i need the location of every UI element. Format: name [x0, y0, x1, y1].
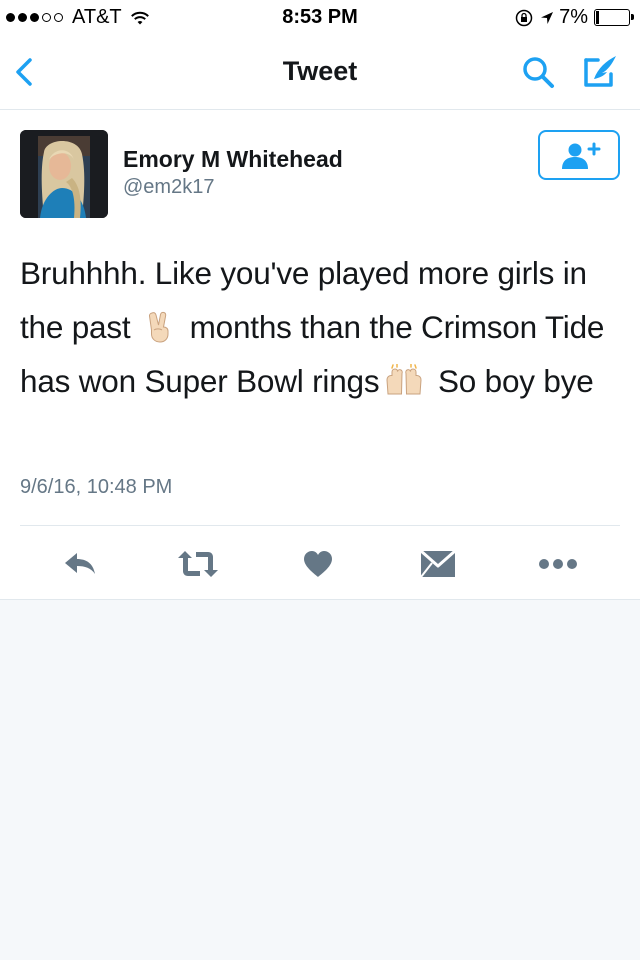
raised-hands-emoji — [386, 364, 422, 395]
nav-bar: Tweet — [0, 36, 640, 110]
direct-message-icon — [420, 550, 456, 578]
empty-background-area — [0, 600, 640, 960]
author-handle[interactable]: @em2k17 — [123, 176, 214, 199]
search-icon — [523, 57, 554, 88]
tweet-timestamp[interactable]: 9/6/16, 10:48 PM — [20, 476, 172, 499]
tweet-card: Emory M Whitehead @em2k17 Bruhhhh. Like … — [0, 110, 640, 600]
battery-icon — [594, 9, 634, 26]
author-name[interactable]: Emory M Whitehead — [123, 146, 343, 173]
compose-button[interactable] — [580, 52, 620, 92]
more-button[interactable] — [536, 546, 580, 582]
compose-icon — [584, 56, 616, 87]
retweet-button[interactable] — [176, 546, 220, 582]
direct-message-button[interactable] — [416, 546, 460, 582]
more-icon — [539, 559, 577, 569]
rotation-lock-icon — [515, 9, 533, 26]
follow-button[interactable] — [538, 130, 620, 180]
tweet-text-part-3: So boy bye — [437, 363, 594, 399]
tweet-action-bar — [0, 540, 640, 590]
reply-button[interactable] — [58, 546, 102, 582]
like-button[interactable] — [296, 546, 340, 582]
battery-percent: 7% — [559, 6, 588, 28]
victory-hand-emoji — [149, 311, 169, 343]
like-icon — [304, 551, 332, 577]
add-user-icon — [562, 142, 601, 169]
status-bar: AT&T 8:53 PM 7% — [0, 0, 640, 36]
status-right: 7% — [515, 6, 634, 29]
retweet-icon — [178, 551, 218, 577]
reply-icon — [65, 553, 95, 574]
profile-photo — [20, 130, 108, 218]
divider — [20, 525, 620, 526]
location-arrow-icon — [541, 11, 554, 24]
search-button[interactable] — [520, 54, 556, 90]
tweet-text: Bruhhhh. Like you've played more girls i… — [20, 246, 620, 408]
avatar[interactable] — [20, 130, 108, 218]
tweet-detail-screen: AT&T 8:53 PM 7% Tweet Emory M Whitehead … — [0, 0, 640, 960]
